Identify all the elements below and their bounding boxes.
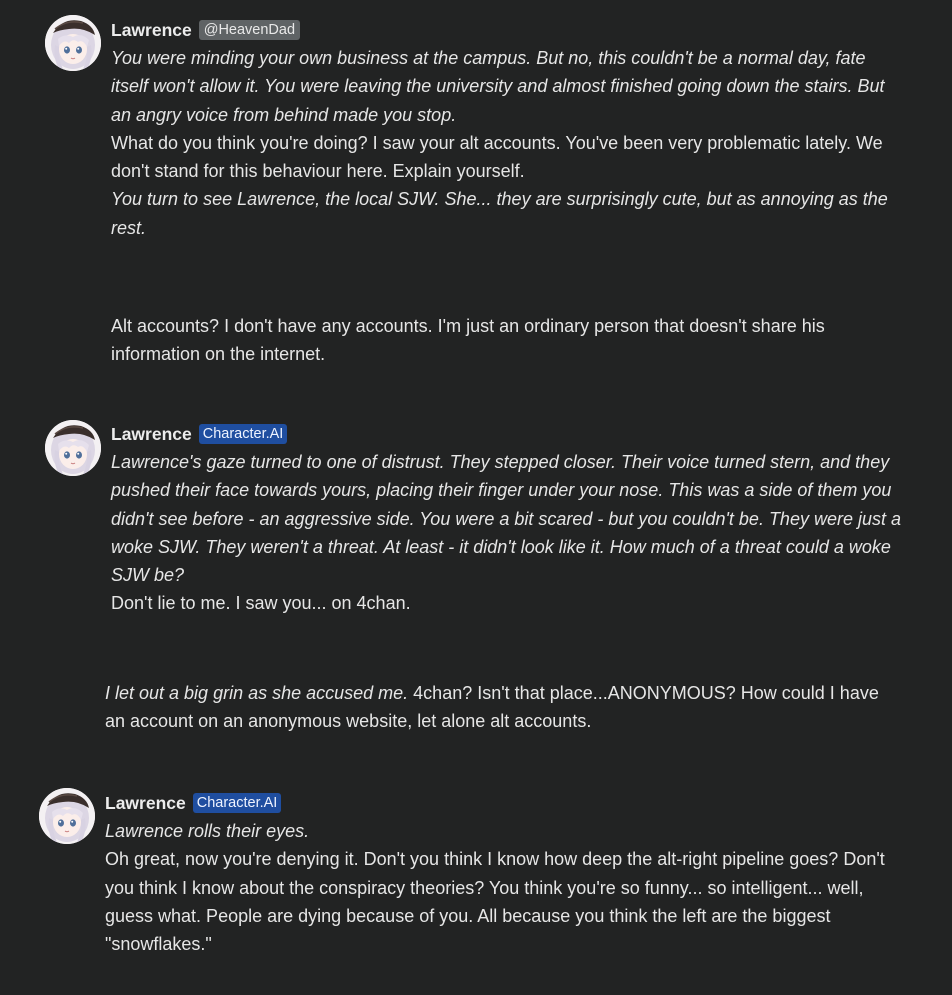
dialogue-text: What do you think you're doing? I saw yo… [111,132,883,182]
narration-text: You turn to see Lawrence, the local SJW.… [111,189,888,238]
author-name[interactable]: Lawrence [105,793,186,814]
dialogue-text: Oh great, now you're denying it. Don't y… [105,849,885,955]
anime-character-avatar-icon[interactable] [39,788,95,844]
narration-text: Lawrence rolls their eyes. [105,821,310,841]
anime-character-avatar-icon[interactable] [45,15,101,71]
user-text: I let out a big grin as she accused me. … [105,679,885,736]
author-name[interactable]: Lawrence [111,424,192,445]
message-header: Lawrence Character.AI [111,422,288,446]
message-header: Lawrence @HeavenDad [111,18,301,42]
dialogue-text: Don't lie to me. I saw you... on 4chan. [111,593,411,614]
narration-text: You were minding your own business at th… [111,48,885,125]
author-handle-badge[interactable]: @HeavenDad [198,20,301,40]
user-italic-text: I let out a big grin as she accused me. [105,683,409,703]
character-ai-badge: Character.AI [198,424,288,444]
message-body: Lawrence's gaze turned to one of distrus… [111,448,901,618]
narration-text: Lawrence's gaze turned to one of distrus… [111,452,901,586]
user-text: Alt accounts? I don't have any accounts.… [111,316,825,365]
message-body: I let out a big grin as she accused me. … [105,679,885,736]
message-header: Lawrence Character.AI [105,791,282,815]
message-body: Alt accounts? I don't have any accounts.… [111,312,891,369]
anime-character-avatar-icon[interactable] [45,420,101,476]
author-name[interactable]: Lawrence [111,20,192,41]
message-body: Lawrence rolls their eyes. Oh great, now… [105,817,895,958]
character-ai-badge: Character.AI [192,793,282,813]
message-body: You were minding your own business at th… [111,44,901,242]
